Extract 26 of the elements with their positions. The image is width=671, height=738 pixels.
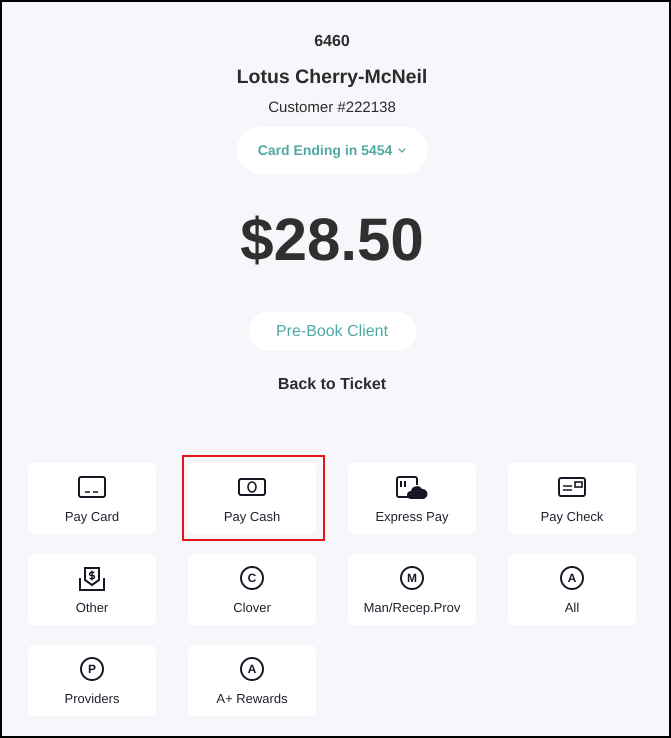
payment-option-tile[interactable]: P Providers — [28, 645, 156, 716]
card-icon — [78, 476, 106, 498]
check-card-icon — [558, 477, 586, 497]
payment-option-tile[interactable]: Pay Cash — [188, 463, 316, 534]
circled-letter-icon: M — [400, 566, 424, 590]
amount-due: $28.50 — [240, 206, 424, 274]
circled-letter-icon: C — [240, 566, 264, 590]
payment-option-tile[interactable]: Other — [28, 554, 156, 625]
dollar-envelope-icon — [79, 566, 105, 590]
circled-letter-icon: A — [560, 566, 584, 590]
customer-number: Customer #222138 — [268, 99, 396, 117]
payment-option-tile[interactable]: Express Pay — [348, 463, 476, 534]
payment-option-tile[interactable]: A All — [508, 554, 636, 625]
chevron-down-icon — [398, 148, 406, 153]
circled-letter-icon: P — [80, 657, 104, 681]
payment-option-tile[interactable]: Pay Check — [508, 463, 636, 534]
customer-name: Lotus Cherry-McNeil — [236, 65, 428, 89]
ticket-number: 6460 — [314, 32, 350, 52]
back-to-ticket-link[interactable]: Back to Ticket — [278, 375, 386, 395]
payment-option-tile[interactable]: Pay Card — [28, 463, 156, 534]
circled-letter-icon: A — [240, 657, 264, 681]
banknote-icon — [238, 478, 266, 496]
terminal-cloud-icon — [396, 476, 428, 498]
payment-option-tile[interactable]: M Man/Recep.Prov — [348, 554, 476, 625]
payment-option-tile[interactable]: A A+ Rewards — [188, 645, 316, 716]
payment-option-tile[interactable]: C Clover — [188, 554, 316, 625]
